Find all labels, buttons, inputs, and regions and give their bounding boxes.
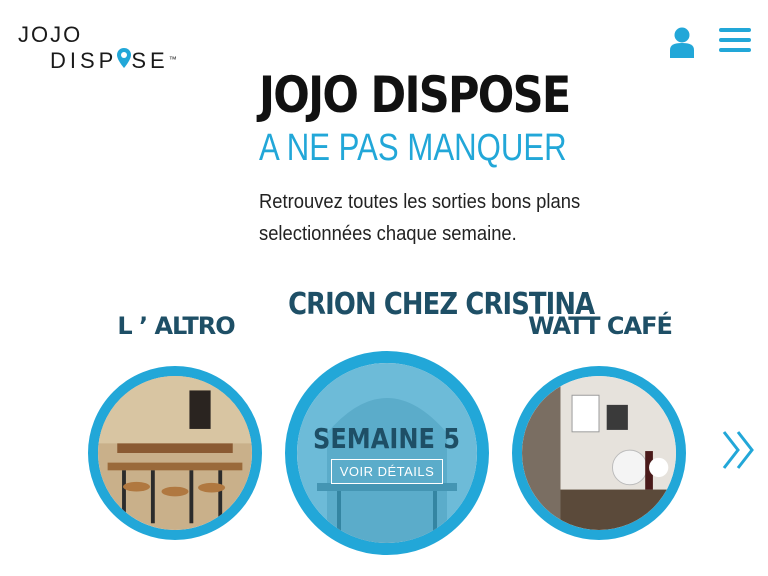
logo-line2-part-b: SE [131,48,169,73]
hero-description: Retrouvez toutes les sorties bons plans … [259,191,581,245]
venue-name[interactable]: WATT CAFÉ [512,308,688,344]
double-chevron-right-icon[interactable] [720,428,760,472]
logo[interactable]: JOJO DISP SE™ [18,24,178,74]
venue-card-watt[interactable]: WATT CAFÉ [512,308,688,540]
logo-line2: DISP SE™ [50,48,177,74]
menu-bar [719,28,751,32]
venue-card-crion[interactable]: CRION CHEZ CRISTINA SEMAINE 5 VOIR DÉTAI… [272,285,595,555]
bar-photo-image [522,376,676,530]
week-overlay: SEMAINE 5 VOIR DÉTAILS [297,363,477,543]
venue-name[interactable]: CRION CHEZ CRISTINA [288,285,595,325]
venue-photo[interactable] [88,366,262,540]
view-details-button[interactable]: VOIR DÉTAILS [330,459,444,484]
venue-photo[interactable]: SEMAINE 5 VOIR DÉTAILS [285,351,489,555]
user-icon[interactable] [668,26,696,58]
venue-photo[interactable] [512,366,686,540]
hero-section: JOJO DISPOSE A NE PAS MANQUER Retrouvez … [259,64,679,250]
page-subtitle: A NE PAS MANQUER [259,127,567,169]
page-title: JOJO DISPOSE [259,66,571,124]
restaurant-photo-image [98,376,252,530]
week-label: SEMAINE 5 [313,422,461,455]
hamburger-menu-icon[interactable] [719,28,751,54]
venue-card-altro[interactable]: L ’ ALTRO [88,308,264,540]
logo-trademark: ™ [168,55,177,64]
logo-line1: JOJO [18,22,83,47]
menu-bar [719,48,751,52]
map-pin-icon [117,48,132,74]
menu-bar [719,38,751,42]
venue-name[interactable]: L ’ ALTRO [88,308,264,344]
logo-line2-part-a: DISP [50,48,118,73]
